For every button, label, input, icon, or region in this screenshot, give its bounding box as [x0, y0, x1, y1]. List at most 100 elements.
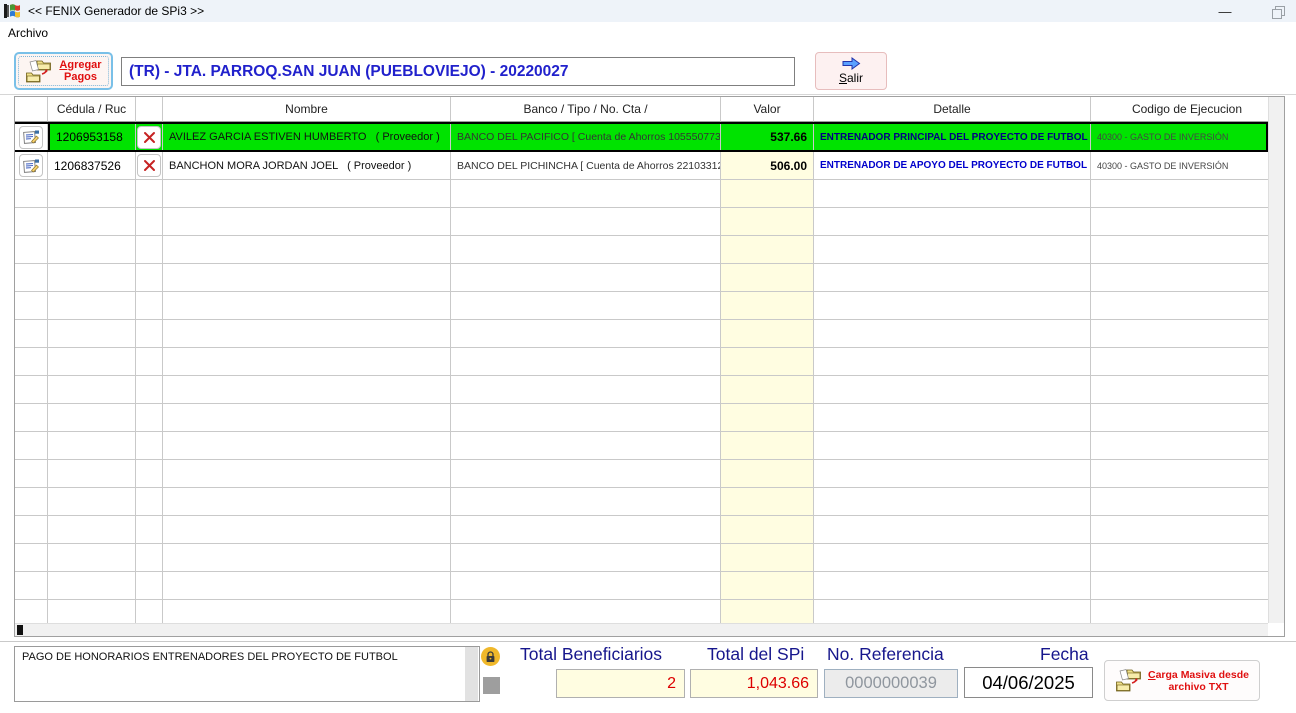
grid-body: 1206953158 AVILEZ GARCIA ESTIVEN HUMBERTO…	[15, 122, 1268, 623]
carga-masiva-button[interactable]: Carga Masiva desde archivo TXT	[1104, 660, 1260, 701]
delete-row-button[interactable]	[137, 154, 161, 177]
edit-row-cell	[15, 488, 48, 515]
detalle-cell	[814, 572, 1091, 599]
toolbar: Agregar Pagos (TR) - JTA. PARROQ.SAN JUAN…	[0, 44, 1296, 95]
cedula-cell: 1206837526	[48, 152, 136, 179]
table-row-empty	[15, 236, 1268, 264]
detalle-cell	[814, 460, 1091, 487]
table-row-empty	[15, 544, 1268, 572]
edit-row-cell	[15, 180, 48, 207]
fecha-field[interactable]: 04/06/2025	[964, 667, 1093, 698]
delete-row-button[interactable]	[137, 125, 161, 149]
hscroll-thumb[interactable]	[17, 625, 23, 635]
codigo-cell	[1091, 404, 1268, 431]
minimize-button[interactable]: —	[1208, 0, 1242, 22]
header-nombre: Nombre	[163, 97, 451, 122]
banco-cell	[451, 320, 721, 347]
edit-row-cell	[15, 124, 48, 150]
scrollbar-corner	[1268, 623, 1284, 636]
header-delete-col	[136, 97, 163, 122]
delete-row-cell	[136, 432, 163, 459]
header-cedula: Cédula / Ruc	[48, 97, 136, 122]
grid-vertical-scrollbar[interactable]	[1268, 97, 1284, 623]
lock-icon	[481, 647, 500, 666]
nombre-cell	[163, 208, 451, 235]
nombre-cell	[163, 180, 451, 207]
table-row-empty	[15, 292, 1268, 320]
valor-cell	[721, 488, 814, 515]
valor-cell	[721, 180, 814, 207]
table-row-empty	[15, 572, 1268, 600]
detalle-cell	[814, 236, 1091, 263]
banco-cell	[451, 460, 721, 487]
edit-icon	[22, 158, 40, 174]
detalle-cell	[814, 516, 1091, 543]
cedula-cell	[48, 572, 136, 599]
folder-arrow-icon	[1115, 667, 1145, 694]
banco-cell	[451, 544, 721, 571]
banco-cell	[451, 292, 721, 319]
delete-row-cell	[136, 404, 163, 431]
header-icon-col	[15, 97, 48, 122]
table-row-empty	[15, 600, 1268, 623]
banco-cell	[451, 264, 721, 291]
grid-horizontal-scrollbar[interactable]	[15, 623, 1268, 636]
delete-row-cell	[136, 460, 163, 487]
nombre-cell	[163, 432, 451, 459]
detalle-cell	[814, 208, 1091, 235]
codigo-cell: 40300 - GASTO DE INVERSIÓN	[1097, 160, 1229, 171]
banco-cell	[451, 572, 721, 599]
codigo-cell	[1091, 516, 1268, 543]
total-spi-label: Total del SPi	[707, 644, 805, 664]
titlebar: << FENIX Generador de SPi3 >> —	[0, 0, 1296, 22]
salir-label: Salir	[838, 71, 864, 85]
valor-cell	[721, 404, 814, 431]
table-row-empty	[15, 432, 1268, 460]
entity-title-field[interactable]: (TR) - JTA. PARROQ.SAN JUAN (PUEBLOVIEJO…	[121, 57, 795, 86]
cedula-cell	[48, 320, 136, 347]
delete-row-cell	[136, 208, 163, 235]
cedula-cell	[48, 376, 136, 403]
edit-row-cell	[15, 516, 48, 543]
delete-row-cell	[136, 180, 163, 207]
table-row[interactable]: 1206953158 AVILEZ GARCIA ESTIVEN HUMBERTO…	[15, 122, 1268, 152]
agregar-pagos-button[interactable]: Agregar Pagos	[14, 52, 113, 90]
delete-x-icon	[143, 131, 156, 144]
nombre-cell	[163, 516, 451, 543]
codigo-cell	[1091, 432, 1268, 459]
valor-cell	[721, 460, 814, 487]
focus-rect	[18, 56, 109, 86]
delete-row-cell	[136, 124, 163, 150]
edit-row-cell	[15, 348, 48, 375]
fecha-label: Fecha	[1040, 644, 1089, 664]
nombre-cell	[163, 600, 451, 623]
edit-row-button[interactable]	[19, 154, 43, 177]
codigo-cell	[1091, 460, 1268, 487]
restore-button[interactable]	[1258, 0, 1296, 22]
valor-cell	[721, 544, 814, 571]
app-icon	[4, 3, 21, 19]
nombre-cell	[163, 404, 451, 431]
codigo-cell	[1091, 208, 1268, 235]
delete-row-cell	[136, 376, 163, 403]
detalle-cell	[814, 376, 1091, 403]
cedula-cell	[48, 544, 136, 571]
delete-row-cell	[136, 264, 163, 291]
table-row-empty	[15, 264, 1268, 292]
codigo-cell	[1091, 376, 1268, 403]
table-row-empty	[15, 376, 1268, 404]
referencia-label: No. Referencia	[827, 644, 944, 664]
salir-button[interactable]: Salir	[815, 52, 887, 90]
concept-textarea[interactable]: PAGO DE HONORARIOS ENTRENADORES DEL PROY…	[14, 646, 480, 702]
table-row[interactable]: 1206837526 BANCHON MORA JORDAN JOEL ( Pro…	[15, 152, 1268, 180]
valor-cell: 537.66	[721, 124, 814, 150]
concept-scrollbar[interactable]	[465, 647, 478, 701]
gray-indicator-square[interactable]	[483, 677, 500, 694]
cedula-cell	[48, 516, 136, 543]
edit-row-cell	[15, 264, 48, 291]
delete-row-cell	[136, 292, 163, 319]
edit-row-button[interactable]	[19, 125, 43, 149]
menu-archivo[interactable]: Archivo	[0, 26, 56, 40]
table-row-empty	[15, 404, 1268, 432]
valor-cell	[721, 236, 814, 263]
